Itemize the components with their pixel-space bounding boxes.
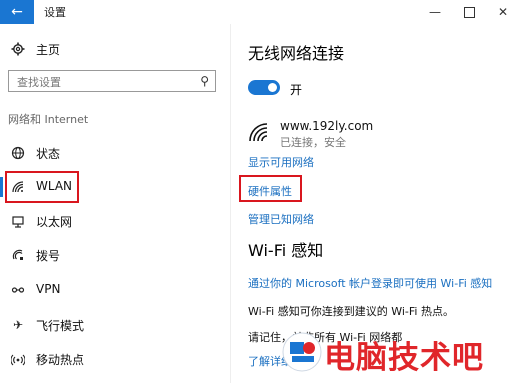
- show-available-networks-link[interactable]: 显示可用网络: [248, 154, 314, 170]
- section-title: 网络和 Internet: [8, 113, 89, 126]
- watermark-logo: [282, 332, 322, 372]
- sidebar-item-label: VPN: [36, 282, 61, 296]
- sidebar-item-home[interactable]: 主页: [0, 38, 230, 60]
- wifi-sense-description: Wi-Fi 感知可你连接到建议的 Wi-Fi 热点。: [248, 305, 454, 318]
- watermark: 电脑技术吧: [272, 324, 520, 383]
- title-bar: ← 设置 — ✕: [0, 0, 520, 24]
- gear-icon: [10, 41, 26, 57]
- wifi-signal-icon: [248, 122, 272, 142]
- sidebar-item-label: 状态: [36, 147, 61, 161]
- toggle-knob: [268, 83, 277, 92]
- sidebar-item-mobile-hotspot[interactable]: 移动热点: [0, 348, 230, 370]
- sidebar-item-ethernet[interactable]: 以太网: [0, 210, 230, 232]
- minimize-icon: —: [429, 5, 441, 19]
- maximize-button[interactable]: [452, 0, 486, 24]
- close-button[interactable]: ✕: [486, 0, 520, 24]
- window-title: 设置: [44, 6, 66, 19]
- minimize-button[interactable]: —: [418, 0, 452, 24]
- sidebar-item-label: 移动热点: [36, 353, 85, 367]
- network-status: 已连接，安全: [280, 136, 346, 149]
- sidebar-item-label: 以太网: [36, 215, 73, 229]
- watermark-text: 电脑技术吧: [324, 340, 484, 376]
- sidebar-item-label: 主页: [36, 43, 61, 57]
- wifi-sense-signin-link[interactable]: 通过你的 Microsoft 帐户登录即可使用 Wi-Fi 感知: [248, 275, 492, 291]
- close-icon: ✕: [497, 5, 509, 19]
- sidebar: 主页 ⚲ 网络和 Internet 状态 WLAN 以太网 拨号: [0, 24, 231, 383]
- manage-known-networks-link[interactable]: 管理已知网络: [248, 211, 314, 227]
- ethernet-icon: [10, 213, 26, 229]
- wifi-sense-title: Wi-Fi 感知: [248, 241, 324, 260]
- airplane-icon: ✈: [12, 318, 24, 332]
- back-arrow-icon: ←: [11, 4, 23, 20]
- globe-icon: [10, 145, 26, 161]
- network-name[interactable]: www.192ly.com: [280, 119, 373, 133]
- sidebar-item-airplane-mode[interactable]: ✈ 飞行模式: [0, 314, 230, 336]
- highlight-box-hardware: [239, 175, 302, 202]
- sidebar-item-label: 飞行模式: [36, 319, 85, 333]
- sidebar-item-status[interactable]: 状态: [0, 142, 230, 164]
- sidebar-item-label: 拨号: [36, 249, 61, 263]
- sidebar-item-dialup[interactable]: 拨号: [0, 244, 230, 266]
- page-title: 无线网络连接: [248, 44, 345, 63]
- highlight-box-wlan: [5, 171, 79, 203]
- sidebar-item-vpn[interactable]: VPN: [0, 279, 230, 301]
- vpn-icon: [10, 282, 26, 298]
- search-input[interactable]: [15, 72, 189, 93]
- toggle-state-label: 开: [290, 83, 303, 97]
- dialup-icon: [10, 247, 26, 263]
- wifi-toggle[interactable]: [248, 80, 280, 95]
- hotspot-icon: [10, 351, 26, 367]
- search-box[interactable]: ⚲: [8, 70, 216, 93]
- search-icon[interactable]: ⚲: [200, 74, 209, 88]
- back-button[interactable]: ←: [0, 0, 34, 24]
- maximize-icon: [463, 6, 475, 18]
